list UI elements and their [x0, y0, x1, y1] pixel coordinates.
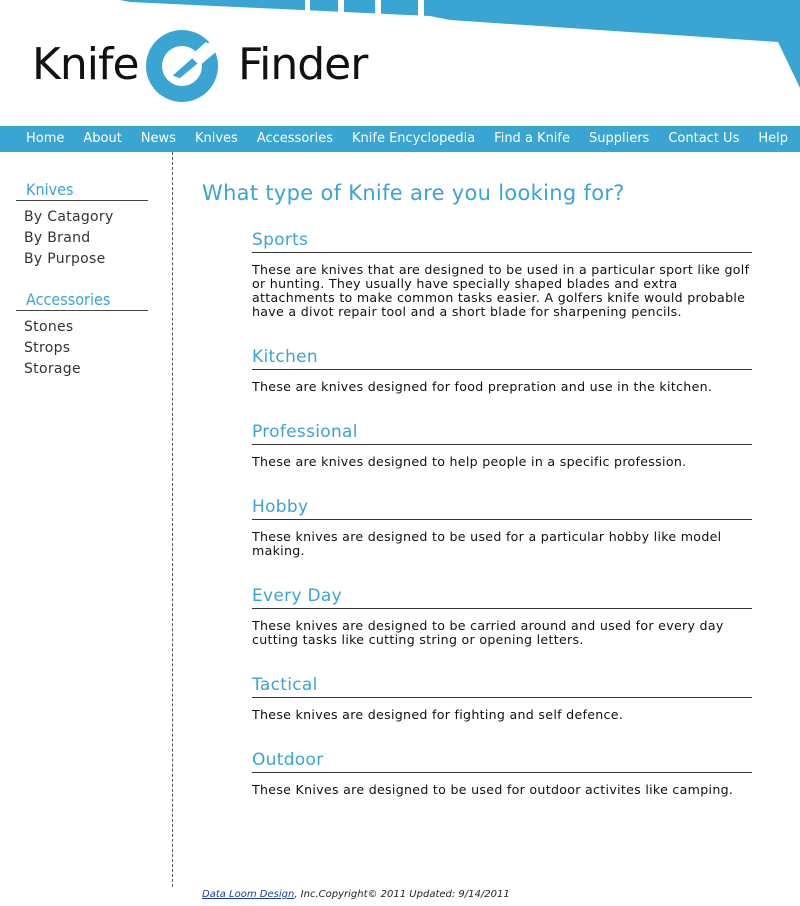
nav-knife-encyclopedia[interactable]: Knife Encyclopedia [343, 126, 485, 152]
nav-about[interactable]: About [74, 126, 131, 152]
footer-copyright: , Inc.Copyright© 2011 Updated: 9/14/2011 [294, 889, 510, 900]
logo-text-knife: Knife [32, 39, 140, 90]
column-divider [172, 152, 173, 887]
section-outdoor: Outdoor These Knives are designed to be … [252, 748, 752, 797]
section-body: These knives are designed to be used for… [252, 529, 722, 558]
nav-accessories[interactable]: Accessories [247, 126, 342, 152]
sidebar-item-by-purpose[interactable]: By Purpose [16, 249, 148, 270]
sidebar-item-storage[interactable]: Storage [16, 359, 148, 380]
section-title: Every Day [252, 584, 752, 609]
sidebar-item-by-brand[interactable]: By Brand [16, 228, 148, 249]
sidebar-list-knives: By Catagory By Brand By Purpose [16, 207, 148, 270]
main-nav: Home About News Knives Accessories Knife… [0, 126, 800, 152]
sidebar-item-strops[interactable]: Strops [16, 338, 148, 359]
sidebar-item-stones[interactable]: Stones [16, 317, 148, 338]
nav-suppliers[interactable]: Suppliers [580, 126, 659, 152]
section-title: Hobby [252, 495, 752, 520]
main-content: What type of Knife are you looking for? … [202, 178, 762, 823]
footer-link-data-loom-design[interactable]: Data Loom Design [202, 889, 294, 900]
section-title: Professional [252, 420, 752, 445]
footer: Data Loom Design, Inc.Copyright© 2011 Up… [202, 889, 510, 900]
section-hobby: Hobby These knives are designed to be us… [252, 495, 752, 558]
nav-help[interactable]: Help [749, 126, 798, 152]
section-kitchen: Kitchen These are knives designed for fo… [252, 345, 752, 394]
section-sports: Sports These are knives that are designe… [252, 228, 752, 319]
section-title: Kitchen [252, 345, 752, 370]
page-title: What type of Knife are you looking for? [202, 181, 625, 205]
nav-news[interactable]: News [131, 126, 185, 152]
sidebar-item-by-catagory[interactable]: By Catagory [16, 207, 148, 228]
section-body: These are knives designed for food prepr… [252, 379, 713, 394]
knife-type-sections: Sports These are knives that are designe… [252, 228, 752, 797]
section-body: These knives are designed for fighting a… [252, 707, 624, 722]
sidebar-list-accessories: Stones Strops Storage [16, 317, 148, 380]
sidebar-heading-knives: Knives [16, 180, 148, 201]
knife-logo-icon [146, 30, 219, 102]
sidebar-heading-accessories: Accessories [16, 290, 148, 311]
section-professional: Professional These are knives designed t… [252, 420, 752, 469]
nav-home[interactable]: Home [0, 126, 74, 152]
sidebar: Knives By Catagory By Brand By Purpose A… [16, 180, 148, 400]
logo-text-finder: Finder [238, 39, 368, 90]
section-body: These are knives designed to help people… [252, 454, 687, 469]
section-body: These are knives that are designed to be… [252, 262, 750, 319]
section-body: These knives are designed to be carried … [252, 618, 724, 647]
section-title: Sports [252, 228, 752, 253]
section-tactical: Tactical These knives are designed for f… [252, 673, 752, 722]
nav-contact-us[interactable]: Contact Us [659, 126, 749, 152]
nav-find-a-knife[interactable]: Find a Knife [485, 126, 580, 152]
site-header: Knife Finder [0, 0, 800, 125]
section-title: Tactical [252, 673, 752, 698]
section-title: Outdoor [252, 748, 752, 773]
section-body: These Knives are designed to be used for… [252, 782, 734, 797]
section-every-day: Every Day These knives are designed to b… [252, 584, 752, 647]
nav-knives[interactable]: Knives [185, 126, 247, 152]
